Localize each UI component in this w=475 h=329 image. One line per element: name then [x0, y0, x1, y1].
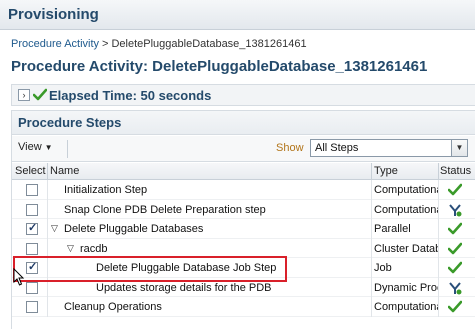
- step-type: Computational: [374, 184, 438, 196]
- procedure-steps-title: Procedure Steps: [18, 115, 122, 130]
- cell-divider: [47, 297, 48, 317]
- highlight-annotation-box: [13, 256, 287, 282]
- cell-divider: [371, 297, 372, 317]
- cell-divider: [371, 199, 372, 219]
- select-checkbox[interactable]: [26, 221, 38, 235]
- success-check-icon: [448, 300, 462, 313]
- page-title: Procedure Activity: DeletePluggableDatab…: [11, 58, 428, 75]
- elapsed-time-text: Elapsed Time: 50 seconds: [49, 88, 212, 103]
- column-header-status: Status: [440, 165, 472, 177]
- chevron-down-icon: ▼: [44, 143, 53, 152]
- step-type: Parallel: [374, 223, 411, 235]
- procedure-steps-header: Procedure Steps: [12, 111, 475, 135]
- breadcrumb: Procedure Activity > DeletePluggableDataba…: [11, 38, 307, 50]
- cell-divider: [438, 297, 439, 317]
- cell-divider: [438, 258, 439, 278]
- elapsed-time-bar: › Elapsed Time: 50 seconds: [11, 84, 475, 106]
- step-name: Delete Pluggable Databases: [64, 223, 204, 235]
- column-header-select: Select: [15, 165, 46, 177]
- column-divider[interactable]: [47, 163, 48, 180]
- table-row[interactable]: ▽ Delete Pluggable Databases Parallel: [12, 219, 475, 239]
- collapse-toggle-icon[interactable]: ▽: [51, 223, 58, 234]
- cell-divider: [438, 180, 439, 200]
- cell-divider: [47, 219, 48, 239]
- dropdown-arrow-icon[interactable]: ▼: [451, 140, 467, 156]
- select-checkbox[interactable]: [26, 301, 38, 313]
- table-row[interactable]: Snap Clone PDB Delete Preparation step C…: [12, 199, 475, 219]
- select-checkbox[interactable]: [26, 184, 38, 196]
- step-type: Computational: [374, 203, 438, 216]
- step-name: Snap Clone PDB Delete Preparation step: [64, 203, 266, 216]
- breadcrumb-current: DeletePluggableDatabase_1381261461: [111, 38, 307, 50]
- show-filter-select[interactable]: All Steps ▼: [310, 139, 468, 157]
- step-name: racdb: [80, 242, 108, 255]
- steps-toolbar: View ▼ Show All Steps ▼: [12, 136, 475, 162]
- column-header-type[interactable]: Type: [374, 165, 398, 177]
- step-name: Cleanup Operations: [64, 301, 162, 313]
- select-checkbox[interactable]: [26, 281, 38, 294]
- table-row[interactable]: Cleanup Operations Computational: [12, 297, 475, 317]
- cell-divider: [47, 199, 48, 219]
- running-status-icon: [449, 281, 462, 294]
- provisioning-header: Provisioning: [0, 0, 475, 30]
- success-check-icon: [448, 242, 462, 254]
- step-name: Updates storage details for the PDB: [96, 281, 272, 294]
- step-type: Cluster Database: [374, 242, 438, 255]
- select-checkbox[interactable]: [26, 203, 38, 216]
- cell-divider: [371, 219, 372, 239]
- procedure-steps-table: Select Name Type Status Initialization S…: [12, 163, 475, 317]
- cell-divider: [438, 277, 439, 297]
- success-check-icon: [448, 222, 462, 235]
- running-status-icon: [449, 203, 462, 216]
- column-divider[interactable]: [438, 163, 439, 180]
- column-divider[interactable]: [371, 163, 372, 180]
- breadcrumb-separator: >: [102, 38, 109, 50]
- mouse-cursor-icon: [13, 268, 25, 286]
- procedure-steps-panel: Procedure Steps View ▼ Show All Steps ▼ S…: [11, 110, 475, 329]
- select-checkbox[interactable]: [26, 242, 38, 255]
- success-check-icon: [448, 261, 462, 274]
- cell-divider: [438, 219, 439, 239]
- toolbar-divider: [67, 140, 68, 158]
- collapse-toggle-icon[interactable]: ▽: [67, 243, 74, 254]
- table-row[interactable]: Initialization Step Computational: [12, 180, 475, 200]
- success-check-icon: [33, 88, 47, 101]
- step-name: Initialization Step: [64, 184, 148, 196]
- show-filter-label: Show: [276, 142, 304, 154]
- view-menu-button[interactable]: View ▼: [18, 141, 53, 153]
- step-type: Computational: [374, 301, 438, 313]
- cell-divider: [47, 180, 48, 200]
- table-header-row: Select Name Type Status: [12, 163, 475, 180]
- column-header-name[interactable]: Name: [50, 165, 79, 177]
- step-type: Job: [374, 262, 392, 274]
- success-check-icon: [448, 183, 462, 196]
- breadcrumb-procedure-activity-link[interactable]: Procedure Activity: [11, 38, 99, 50]
- cell-divider: [371, 277, 372, 297]
- show-filter-value: All Steps: [315, 142, 359, 154]
- cell-divider: [438, 238, 439, 258]
- view-menu-label: View: [18, 141, 42, 153]
- app-title: Provisioning: [8, 6, 99, 23]
- cell-divider: [371, 258, 372, 278]
- expand-elapsed-button[interactable]: ›: [18, 89, 30, 101]
- cell-divider: [371, 238, 372, 258]
- cell-divider: [438, 199, 439, 219]
- cell-divider: [371, 180, 372, 200]
- step-type: Dynamic Procedure: [374, 281, 438, 294]
